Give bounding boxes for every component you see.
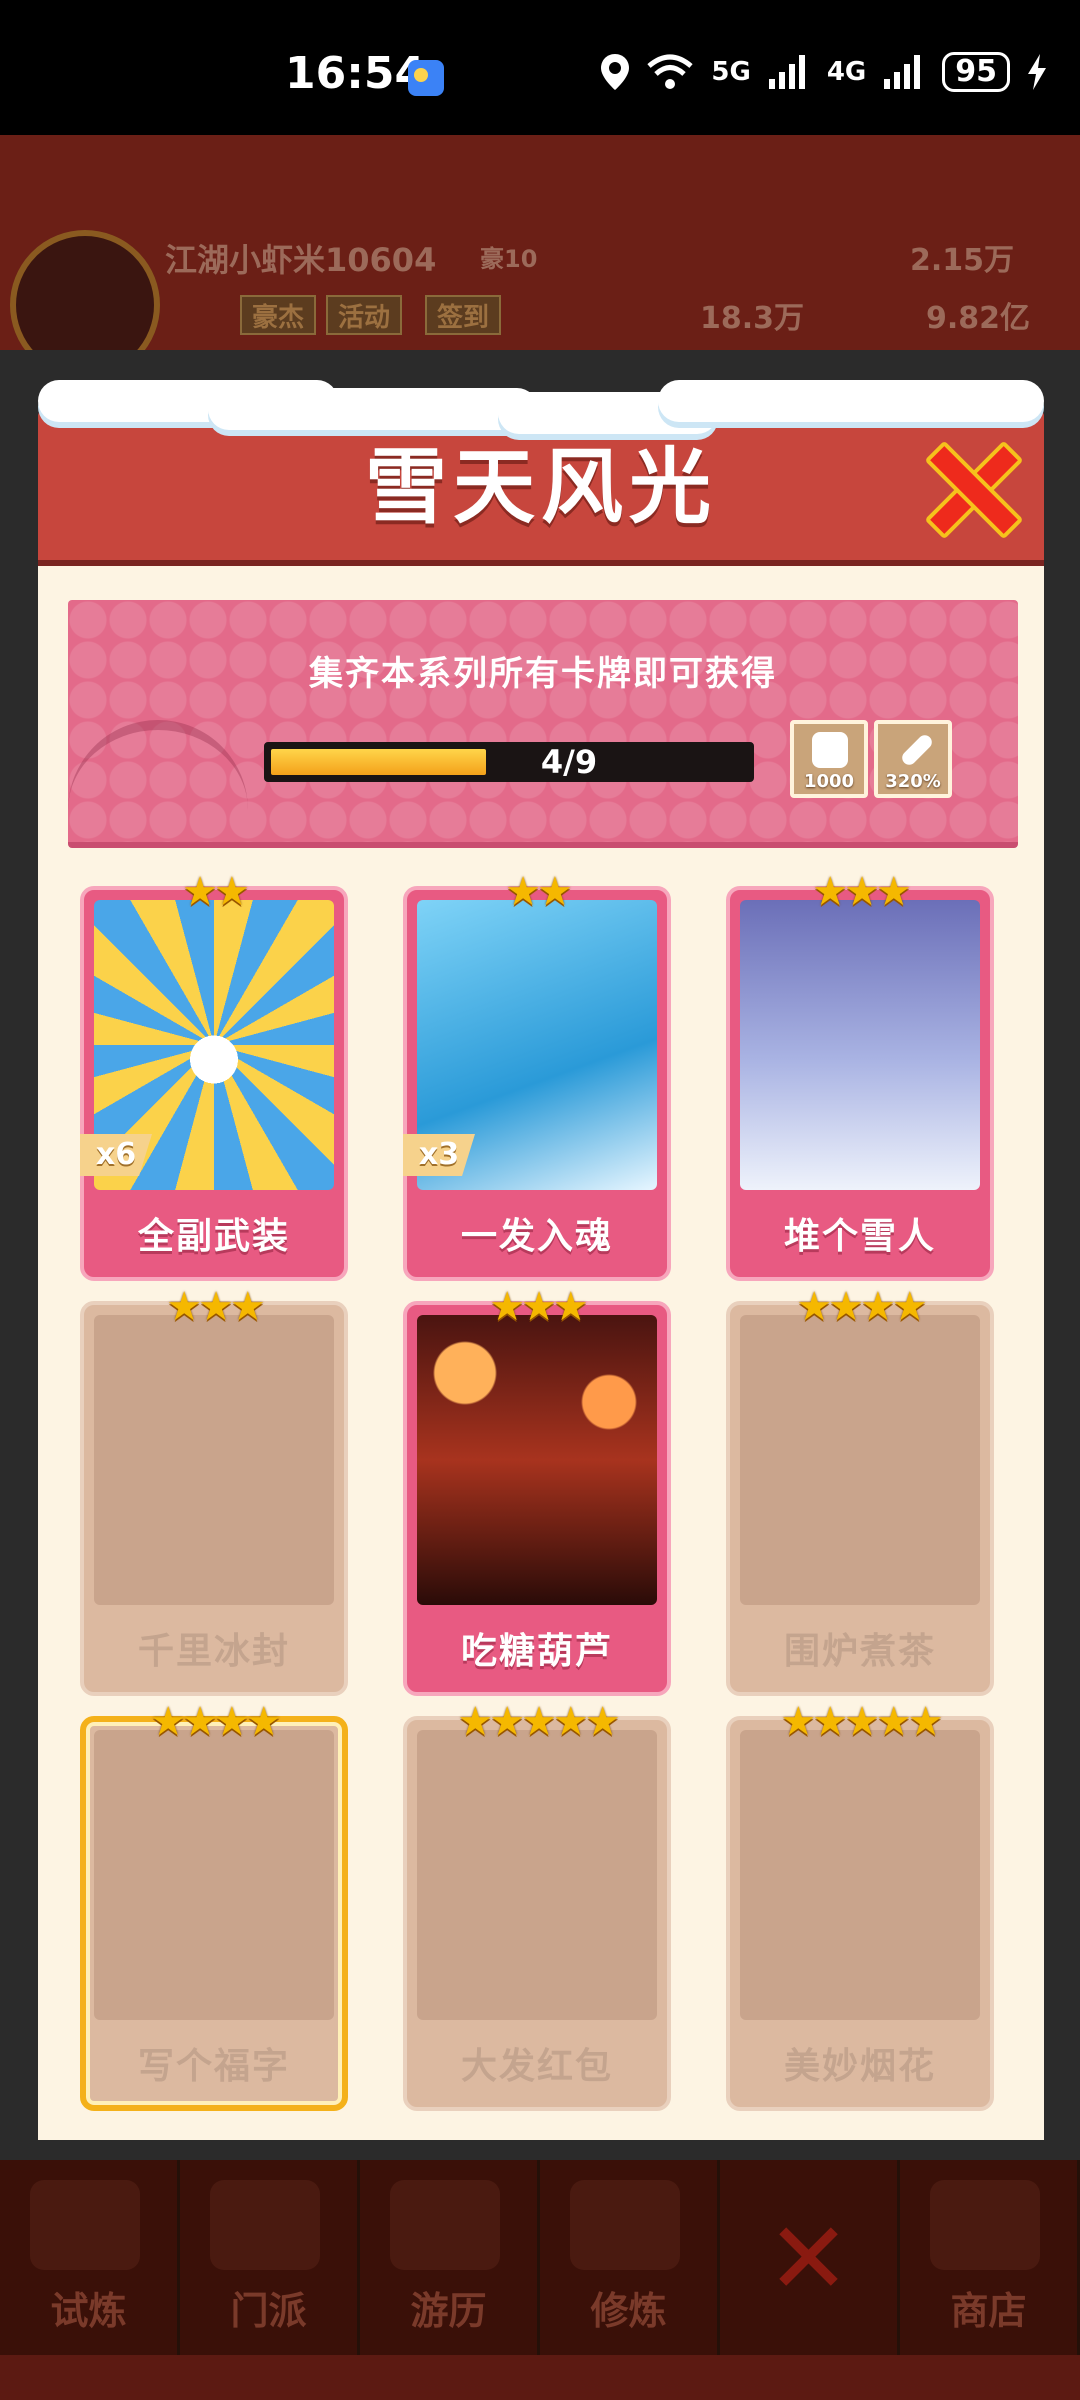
star-rating-icon: ★★ xyxy=(505,869,573,915)
coins-count: 9.82亿 xyxy=(926,301,1031,336)
card-name: 美妙烟花 xyxy=(783,2046,936,2087)
card-name: 一发入魂 xyxy=(460,1216,613,1257)
close-tab-icon: ✕ xyxy=(720,2160,900,2355)
wifi-icon xyxy=(647,54,694,89)
card-art xyxy=(417,1730,657,2020)
status-bar: 16:54 5G 4G 95 xyxy=(0,0,1080,135)
card-name: 吃糖葫芦 xyxy=(460,1631,613,1672)
tab-shop: 商店 xyxy=(900,2160,1080,2355)
collection-card[interactable]: ★★★★★ 大发红包 xyxy=(403,1702,671,2111)
reward-value: 1000 xyxy=(803,771,855,792)
network-4g-label: 4G xyxy=(826,57,867,87)
location-icon xyxy=(601,54,630,90)
collection-progress-bar: 4/9 xyxy=(264,742,754,782)
banner-text: 集齐本系列所有卡牌即可获得 xyxy=(309,654,777,694)
player-level: 豪10 xyxy=(480,245,538,273)
card-name: 写个福字 xyxy=(137,2046,290,2087)
card-name: 全副武装 xyxy=(137,1216,290,1257)
battery-indicator: 95 xyxy=(942,52,1010,92)
bottom-tab-bar: 试炼 门派 游历 修炼 ✕ 商店 xyxy=(0,2160,1080,2355)
dialog-body: 集齐本系列所有卡牌即可获得 4/9 1000 320% ★★ x6 全副武装 ★★ x3… xyxy=(38,566,1044,2140)
snow-decoration xyxy=(38,380,1044,434)
travel-icon xyxy=(390,2180,500,2270)
weather-icon xyxy=(408,60,444,96)
tab-cultivate: 修炼 xyxy=(540,2160,720,2355)
reward-item-2[interactable]: 320% xyxy=(874,720,952,798)
collection-banner: 集齐本系列所有卡牌即可获得 4/9 1000 320% xyxy=(68,600,1018,848)
card-name: 围炉煮茶 xyxy=(783,1631,936,1672)
shop-icon xyxy=(930,2180,1040,2270)
star-rating-icon: ★★ xyxy=(182,869,250,915)
status-icons: 5G 4G 95 xyxy=(601,52,1046,92)
card-art xyxy=(740,1315,980,1605)
collection-card[interactable]: ★★★ 千里冰封 xyxy=(80,1287,348,1696)
progress-label: 4/9 xyxy=(540,743,598,781)
collection-card[interactable]: ★★★★ 围炉煮茶 xyxy=(726,1287,994,1696)
card-art xyxy=(94,1730,334,2020)
sect-icon xyxy=(210,2180,320,2270)
tab-sect: 门派 xyxy=(180,2160,360,2355)
close-button[interactable] xyxy=(922,440,1014,532)
tab-travel: 游历 xyxy=(360,2160,540,2355)
sword-icon xyxy=(899,732,935,768)
star-rating-icon: ★★★ xyxy=(489,1284,589,1330)
dice-icon xyxy=(812,732,848,768)
collection-card[interactable]: ★★ x3 一发入魂 xyxy=(403,872,671,1281)
star-rating-icon: ★★★★★ xyxy=(457,1699,620,1745)
network-5g-label: 5G xyxy=(711,57,751,87)
gems-count: 2.15万 xyxy=(910,243,1015,278)
card-name: 大发红包 xyxy=(460,2046,613,2087)
star-rating-icon: ★★★ xyxy=(166,1284,266,1330)
collection-card[interactable]: ★★★ 堆个雪人 xyxy=(726,872,994,1281)
checkin-button: 签到 xyxy=(425,295,502,335)
signal-4g-icon xyxy=(884,55,921,89)
activity-button: 活动 xyxy=(326,295,403,335)
card-art xyxy=(417,1315,657,1605)
collection-card[interactable]: ★★★ 吃糖葫芦 xyxy=(403,1287,671,1696)
star-rating-icon: ★★★★★ xyxy=(780,1699,943,1745)
trial-icon xyxy=(30,2180,140,2270)
card-art xyxy=(740,900,980,1190)
star-rating-icon: ★★★★ xyxy=(796,1284,927,1330)
player-header: 江湖小虾米10604 豪10 豪杰 活动 签到 2.15万 18.3万 9.82… xyxy=(0,135,1080,380)
card-name: 堆个雪人 xyxy=(783,1216,936,1257)
hero-button: 豪杰 xyxy=(240,295,317,335)
collection-card[interactable]: ★★★★★ 美妙烟花 xyxy=(726,1702,994,2111)
signal-5g-icon xyxy=(768,55,805,89)
card-art xyxy=(94,1315,334,1605)
card-collection-dialog: 雪天风光 集齐本系列所有卡牌即可获得 4/9 1000 320% ★★ x6 全… xyxy=(38,380,1044,2140)
collection-card[interactable]: ★★ x6 全副武装 xyxy=(80,872,348,1281)
star-rating-icon: ★★★ xyxy=(812,869,912,915)
card-art xyxy=(740,1730,980,2020)
tab-trial: 试炼 xyxy=(0,2160,180,2355)
power-count: 18.3万 xyxy=(700,301,805,336)
card-name: 千里冰封 xyxy=(137,1631,290,1672)
star-rating-icon: ★★★★ xyxy=(150,1699,281,1745)
reward-item-1[interactable]: 1000 xyxy=(790,720,868,798)
collection-card[interactable]: ★★★★ 写个福字 xyxy=(80,1702,348,2111)
clock: 16:54 xyxy=(285,48,426,99)
cultivate-icon xyxy=(570,2180,680,2270)
player-name: 江湖小虾米10604 xyxy=(165,241,437,279)
reward-value: 320% xyxy=(885,771,941,792)
charging-icon xyxy=(1028,54,1046,90)
